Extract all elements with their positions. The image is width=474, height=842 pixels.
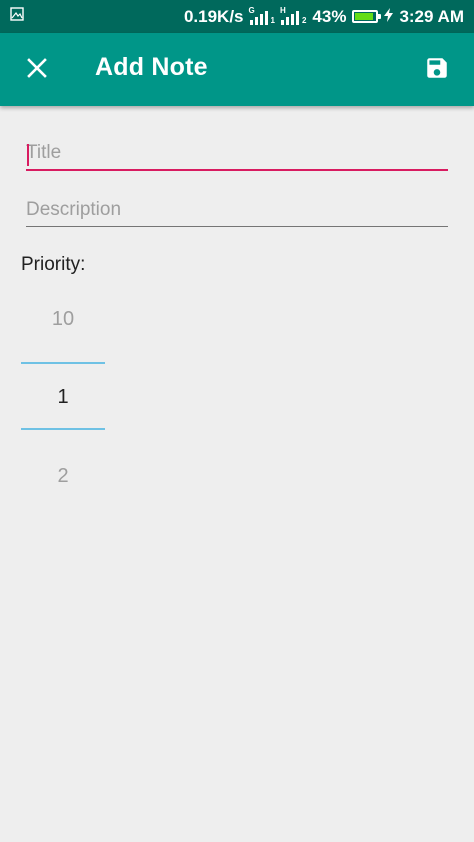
signal-1-tag: G (248, 5, 255, 15)
signal-2-sub: 2 (301, 15, 307, 25)
close-icon (27, 58, 47, 82)
page-title: Add Note (95, 53, 208, 81)
signal-2-tag: H (279, 5, 286, 15)
title-field[interactable] (26, 142, 448, 171)
battery-percent: 43% (312, 6, 347, 26)
picker-divider-top (21, 362, 105, 364)
picker-next-value[interactable]: 2 (21, 465, 105, 488)
status-right: 0.19K/s G 1 H 2 43% 3:29 AM (183, 5, 464, 27)
network-speed: 0.19K/s (183, 6, 244, 26)
gallery-notification-icon (10, 7, 24, 26)
status-bar: 0.19K/s G 1 H 2 43% 3:29 AM (0, 0, 474, 33)
save-button[interactable] (418, 51, 456, 89)
priority-number-picker[interactable]: 10 1 2 (21, 290, 105, 510)
status-left (10, 7, 24, 26)
picker-divider-bottom (21, 428, 105, 430)
picker-previous-value[interactable]: 10 (21, 308, 105, 331)
signal-2-icon: H 2 (279, 5, 307, 25)
text-cursor (27, 144, 29, 166)
battery-icon (352, 10, 382, 23)
signal-1-icon: G 1 (248, 5, 275, 25)
app-bar: Add Note (0, 33, 474, 106)
priority-label: Priority: (21, 254, 86, 275)
title-input[interactable] (26, 142, 448, 169)
description-input[interactable] (26, 199, 448, 226)
charging-icon (384, 7, 394, 27)
signal-1-sub: 1 (270, 15, 275, 25)
picker-selected-value[interactable]: 1 (21, 386, 105, 409)
close-button[interactable] (18, 51, 56, 89)
description-field[interactable] (26, 199, 448, 227)
save-icon (424, 55, 450, 85)
clock: 3:29 AM (399, 6, 464, 26)
